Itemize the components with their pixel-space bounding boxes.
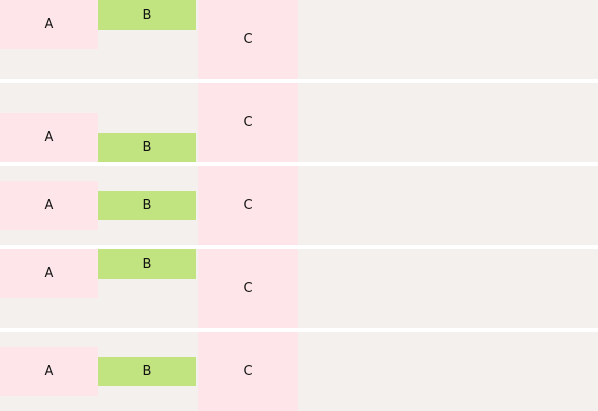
row-5-box-a: A <box>0 347 98 396</box>
row-4-box-a: A <box>0 249 98 298</box>
row-5-box-b-label: B <box>142 364 152 379</box>
row-1-box-c: C <box>198 0 298 79</box>
row-2-box-c-label: C <box>243 115 253 130</box>
row-2-box-b-label: B <box>142 140 152 155</box>
row-1-box-b: B <box>98 0 196 30</box>
row-2-box-a-label: A <box>44 130 54 145</box>
row-1: A B C <box>0 0 598 79</box>
row-3: A B C <box>0 166 598 245</box>
row-3-box-b-label: B <box>142 198 152 213</box>
row-3-box-a: A <box>0 181 98 230</box>
row-4-box-c: C <box>198 249 298 328</box>
row-1-box-a-label: A <box>44 17 54 32</box>
row-4: A B C <box>0 249 598 328</box>
row-5-box-b: B <box>98 357 196 386</box>
row-4-box-b: B <box>98 249 196 279</box>
row-5-box-c-label: C <box>243 364 253 379</box>
row-2-box-a: A <box>0 113 98 162</box>
row-1-box-c-label: C <box>243 32 253 47</box>
row-2-box-c: C <box>198 83 298 162</box>
alignment-demo: A B C A B C A B C A B C A B C <box>0 0 598 411</box>
row-4-box-a-label: A <box>44 266 54 281</box>
row-4-box-c-label: C <box>243 281 253 296</box>
row-5-box-a-label: A <box>44 364 54 379</box>
row-3-box-b: B <box>98 191 196 220</box>
row-4-box-b-label: B <box>142 256 152 272</box>
row-3-box-a-label: A <box>44 198 54 213</box>
row-3-box-c-label: C <box>243 198 253 213</box>
row-5-box-c: C <box>198 332 298 411</box>
row-2: A B C <box>0 83 598 162</box>
row-2-box-b: B <box>98 133 196 162</box>
row-3-box-c: C <box>198 166 298 245</box>
row-1-box-a: A <box>0 0 98 49</box>
row-1-box-b-label: B <box>142 7 152 23</box>
row-5: A B C <box>0 332 598 411</box>
